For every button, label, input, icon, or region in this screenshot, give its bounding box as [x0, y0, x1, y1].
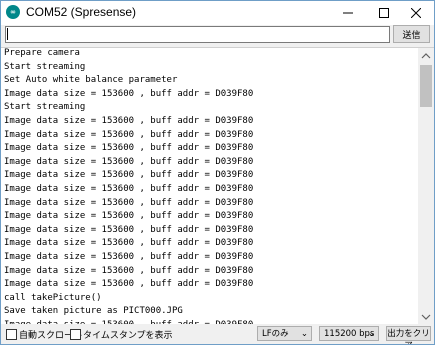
console-line: Image data size = 153600 , buff addr = D…	[4, 224, 254, 235]
scroll-down-button[interactable]	[418, 309, 434, 325]
console-line: Image data size = 153600 , buff addr = D…	[4, 88, 254, 99]
console-line: Image data size = 153600 , buff addr = D…	[4, 156, 254, 167]
console-line: Image data size = 153600 , buff addr = D…	[4, 129, 254, 140]
console-line: Image data size = 153600 , buff addr = D…	[4, 211, 254, 222]
console-line: Image data size = 153600 , buff addr = D…	[4, 279, 254, 290]
status-bar: 自動スクロール タイムスタンプを表示 LFのみ ⌄ 115200 bps ⌄ 出…	[1, 324, 434, 344]
console-line: Save taken picture as PICT000.JPG	[4, 306, 183, 317]
title-bar[interactable]: ∞ COM52 (Spresense)	[1, 1, 434, 25]
vertical-scrollbar[interactable]	[418, 48, 434, 325]
console-line: Image data size = 153600 , buff addr = D…	[4, 143, 254, 154]
send-input[interactable]	[5, 26, 390, 43]
autoscroll-checkbox[interactable]	[6, 329, 17, 340]
timestamp-label: タイムスタンプを表示	[83, 331, 173, 341]
close-icon	[411, 8, 421, 18]
console-line: Set Auto white balance parameter	[4, 75, 178, 86]
console-line: Image data size = 153600 , buff addr = D…	[4, 265, 254, 276]
send-bar: 送信	[1, 25, 434, 47]
console-line: Image data size = 153600 , buff addr = D…	[4, 183, 254, 194]
chevron-down-icon: ⌄	[300, 329, 308, 339]
baud-rate-select[interactable]: 115200 bps ⌄	[319, 326, 379, 341]
line-ending-select[interactable]: LFのみ ⌄	[257, 326, 312, 341]
console-lines: Prepare camera Start streaming Set Auto wh…	[4, 48, 254, 325]
window-title: COM52 (Spresense)	[26, 5, 137, 19]
scrollbar-thumb[interactable]	[420, 65, 432, 107]
chevron-down-icon	[421, 314, 431, 320]
close-button[interactable]	[399, 1, 433, 25]
console-line: call takePicture()	[4, 292, 102, 303]
text-cursor	[7, 28, 8, 40]
console-line: Image data size = 153600 , buff addr = D…	[4, 115, 254, 126]
console-line: Start streaming	[4, 102, 86, 113]
minimize-icon	[343, 12, 353, 14]
scroll-up-button[interactable]	[418, 48, 434, 64]
console-line: Prepare camera	[4, 48, 80, 58]
baud-rate-value: 115200 bps	[324, 329, 375, 339]
timestamp-checkbox[interactable]	[70, 329, 81, 340]
line-ending-value: LFのみ	[262, 329, 289, 339]
console-line: Image data size = 153600 , buff addr = D…	[4, 197, 254, 208]
maximize-icon	[379, 8, 389, 18]
arduino-icon: ∞	[6, 5, 20, 19]
minimize-button[interactable]	[331, 1, 365, 25]
console-line: Image data size = 153600 , buff addr = D…	[4, 238, 254, 249]
console-line: Image data size = 153600 , buff addr = D…	[4, 251, 254, 262]
send-button[interactable]: 送信	[393, 25, 430, 43]
console-line: Start streaming	[4, 61, 86, 72]
chevron-down-icon: ⌄	[367, 329, 375, 339]
maximize-button[interactable]	[367, 1, 401, 25]
console-line: Image data size = 153600 , buff addr = D…	[4, 170, 254, 181]
chevron-up-icon	[421, 53, 431, 59]
console-output[interactable]: Prepare camera Start streaming Set Auto wh…	[1, 47, 434, 325]
clear-output-button[interactable]: 出力をクリア	[386, 326, 431, 344]
serial-monitor-window: ∞ COM52 (Spresense) 送信 Prepare camera Sta…	[0, 0, 435, 345]
